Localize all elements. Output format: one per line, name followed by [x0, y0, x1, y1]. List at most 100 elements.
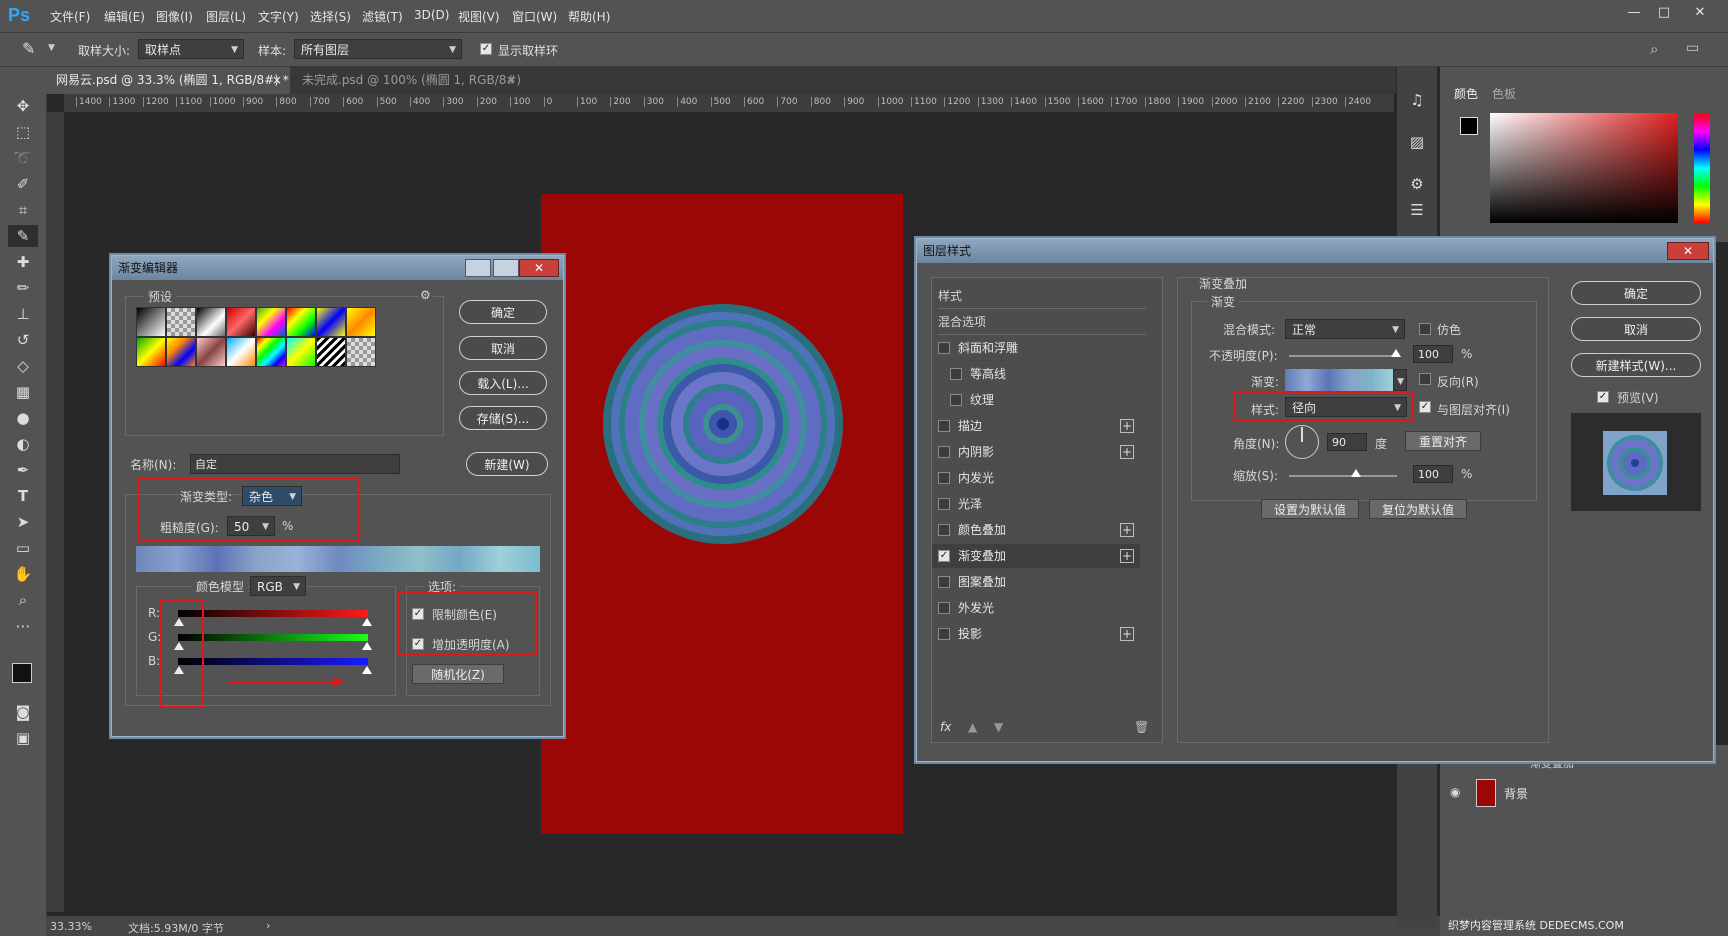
- ok-button[interactable]: 确定: [459, 300, 547, 324]
- scale-slider-handle[interactable]: [1351, 469, 1361, 477]
- reset-default-button[interactable]: 复位为默认值: [1369, 499, 1467, 519]
- move-down-icon[interactable]: ▼: [994, 720, 1003, 734]
- gradient-tool-icon[interactable]: ▦: [8, 381, 38, 403]
- zoom-tool-icon[interactable]: ⌕: [8, 589, 38, 611]
- set-default-button[interactable]: 设置为默认值: [1261, 499, 1359, 519]
- effect-checkbox[interactable]: [950, 394, 962, 406]
- b-max-handle[interactable]: [362, 666, 372, 674]
- menu-select[interactable]: 选择(S): [310, 8, 351, 25]
- effect-checkbox[interactable]: [950, 368, 962, 380]
- lasso-tool-icon[interactable]: ➰: [8, 147, 38, 169]
- minimize-icon[interactable]: [465, 259, 491, 277]
- brush-tool-icon[interactable]: ✏: [8, 277, 38, 299]
- properties-icon[interactable]: ☰: [1402, 199, 1432, 221]
- menu-window[interactable]: 窗口(W): [512, 8, 557, 25]
- blend-mode-select[interactable]: 正常 ▼: [1285, 319, 1405, 339]
- opacity-slider-handle[interactable]: [1391, 349, 1401, 357]
- cancel-button[interactable]: 取消: [1571, 317, 1701, 341]
- ok-button[interactable]: 确定: [1571, 281, 1701, 305]
- effect-checkbox[interactable]: [938, 446, 950, 458]
- dither-checkbox[interactable]: [1419, 323, 1431, 335]
- gear-icon[interactable]: ⚙: [418, 288, 433, 302]
- add-effect-icon[interactable]: +: [1120, 627, 1134, 641]
- minimize-button[interactable]: —: [1620, 3, 1648, 23]
- effect-checkbox[interactable]: [938, 524, 950, 536]
- cancel-button[interactable]: 取消: [459, 336, 547, 360]
- shape-tool-icon[interactable]: ▭: [8, 537, 38, 559]
- align-with-layer-checkbox[interactable]: ✓: [1419, 401, 1431, 413]
- healing-tool-icon[interactable]: ✚: [8, 251, 38, 273]
- menu-file[interactable]: 文件(F): [50, 8, 90, 25]
- fx-icon[interactable]: fx: [940, 720, 951, 734]
- color-model-select[interactable]: RGB ▼: [250, 576, 306, 596]
- hand-tool-icon[interactable]: ✋: [8, 563, 38, 585]
- path-select-tool-icon[interactable]: ➤: [8, 511, 38, 533]
- gradient-preset-swatch[interactable]: [316, 307, 346, 337]
- reverse-checkbox[interactable]: [1419, 373, 1431, 385]
- r-max-handle[interactable]: [362, 618, 372, 626]
- blend-options-item[interactable]: 混合选项: [938, 310, 1146, 335]
- search-icon[interactable]: ⌕: [1650, 40, 1658, 58]
- adjustments-icon[interactable]: ⚙: [1402, 173, 1432, 195]
- gradient-swatch[interactable]: [1285, 369, 1393, 391]
- effect-item[interactable]: 外发光: [932, 596, 1140, 621]
- effect-checkbox[interactable]: [938, 472, 950, 484]
- maximize-button[interactable]: □: [1650, 3, 1678, 23]
- gradient-preset-swatch[interactable]: [286, 337, 316, 367]
- tab-active-document[interactable]: 网易云.psd @ 33.3% (椭圆 1, RGB/8#) * ×: [46, 67, 290, 94]
- effect-checkbox[interactable]: ✓: [938, 550, 950, 562]
- close-window-button[interactable]: ✕: [1686, 3, 1714, 23]
- screen-mode-icon[interactable]: ▣: [8, 727, 38, 749]
- gradient-preset-swatch[interactable]: [136, 307, 166, 337]
- sample-size-select[interactable]: 取样点 ▼: [138, 39, 244, 59]
- status-arrow-icon[interactable]: ›: [266, 919, 270, 932]
- history-brush-icon[interactable]: ↺: [8, 329, 38, 351]
- reset-alignment-button[interactable]: 重置对齐: [1405, 431, 1481, 451]
- randomize-button[interactable]: 随机化(Z): [412, 664, 504, 684]
- gradient-preset-swatch[interactable]: [196, 307, 226, 337]
- gradient-preset-swatch[interactable]: [136, 337, 166, 367]
- effect-item[interactable]: 描边 +: [932, 414, 1140, 439]
- crop-tool-icon[interactable]: ⌗: [8, 199, 38, 221]
- color-picker-field[interactable]: [1490, 113, 1678, 223]
- eyedropper-tool-icon[interactable]: ✎: [8, 225, 38, 247]
- effect-item[interactable]: ✓ 渐变叠加 +: [932, 544, 1140, 569]
- menu-image[interactable]: 图像(I): [156, 8, 193, 25]
- workspace-icon[interactable]: ▭: [1686, 40, 1699, 56]
- effect-checkbox[interactable]: [938, 498, 950, 510]
- gradient-dropdown[interactable]: ▼: [1393, 369, 1407, 391]
- effect-item[interactable]: 图案叠加: [932, 570, 1140, 595]
- menu-edit[interactable]: 编辑(E): [104, 8, 145, 25]
- tool-preset-chevron-icon[interactable]: ▼: [48, 43, 55, 53]
- move-up-icon[interactable]: ▲: [968, 720, 977, 734]
- menu-help[interactable]: 帮助(H): [568, 8, 610, 25]
- gradient-preview-bar[interactable]: [136, 546, 540, 572]
- zoom-level[interactable]: 33.33%: [50, 920, 92, 933]
- foreground-color-swatch[interactable]: [1460, 117, 1478, 135]
- gradient-preset-swatch[interactable]: [316, 337, 346, 367]
- g-max-handle[interactable]: [362, 642, 372, 650]
- menu-type[interactable]: 文字(Y): [258, 8, 299, 25]
- effect-item[interactable]: 光泽: [932, 492, 1140, 517]
- menu-3d[interactable]: 3D(D): [414, 8, 449, 22]
- effect-checkbox[interactable]: [938, 628, 950, 640]
- more-tools-icon[interactable]: ⋯: [8, 615, 38, 637]
- quick-select-tool-icon[interactable]: ✐: [8, 173, 38, 195]
- angle-input[interactable]: 90: [1327, 433, 1367, 451]
- eraser-tool-icon[interactable]: ◇: [8, 355, 38, 377]
- eyedropper-tool-icon[interactable]: ✎: [22, 39, 35, 58]
- effect-item[interactable]: 斜面和浮雕: [932, 336, 1140, 361]
- marquee-tool-icon[interactable]: ⬚: [8, 121, 38, 143]
- scale-input[interactable]: 100: [1413, 465, 1453, 483]
- close-tab-icon[interactable]: ×: [272, 67, 282, 94]
- move-tool-icon[interactable]: ✥: [8, 95, 38, 117]
- save-button[interactable]: 存储(S)...: [459, 406, 547, 430]
- add-effect-icon[interactable]: +: [1120, 445, 1134, 459]
- type-tool-icon[interactable]: T: [8, 485, 38, 507]
- eye-icon[interactable]: ◉: [1450, 785, 1460, 799]
- maximize-icon[interactable]: [493, 259, 519, 277]
- close-tab-icon[interactable]: ×: [506, 67, 516, 94]
- red-channel-slider[interactable]: [178, 610, 368, 617]
- gradient-preset-swatch[interactable]: [166, 307, 196, 337]
- menu-view[interactable]: 视图(V): [458, 8, 500, 25]
